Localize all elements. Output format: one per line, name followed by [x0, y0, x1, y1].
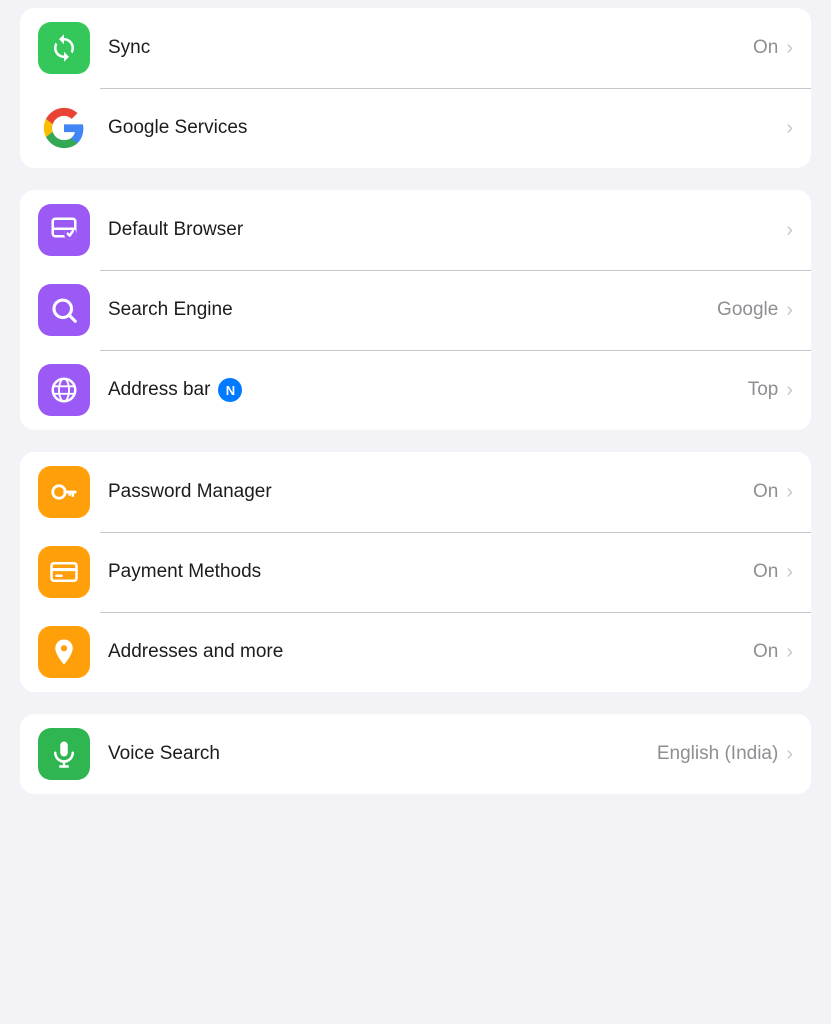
- default-browser-row[interactable]: Default Browser›: [20, 190, 811, 270]
- voice-search-row-chevron: ›: [786, 743, 793, 766]
- google-services-row-label: Google Services: [108, 117, 786, 139]
- address-bar-row-value: Top: [748, 379, 779, 401]
- voice-search-row-value: English (India): [657, 743, 778, 765]
- password-manager-row[interactable]: Password ManagerOn ›: [20, 452, 811, 532]
- payment-methods-icon: [38, 546, 90, 598]
- sync-row-chevron: ›: [786, 37, 793, 60]
- addresses-row[interactable]: Addresses and moreOn ›: [20, 612, 811, 692]
- new-badge: N: [218, 378, 242, 402]
- addresses-row-value: On: [753, 641, 778, 663]
- address-bar-row[interactable]: Address barNTop ›: [20, 350, 811, 430]
- default-browser-row-label: Default Browser: [108, 219, 786, 241]
- default-browser-icon: [38, 204, 90, 256]
- payment-methods-row-value: On: [753, 561, 778, 583]
- sync-row-label: Sync: [108, 37, 753, 59]
- address-bar-row-chevron: ›: [786, 379, 793, 402]
- address-bar-row-label: Address barN: [108, 378, 748, 402]
- browser-section: Default Browser›Search EngineGoogle›Addr…: [20, 190, 811, 430]
- autofill-section: Password ManagerOn›Payment MethodsOn›Add…: [20, 452, 811, 692]
- search-engine-row-chevron: ›: [786, 299, 793, 322]
- voice-search-row[interactable]: Voice SearchEnglish (India) ›: [20, 714, 811, 794]
- addresses-row-label: Addresses and more: [108, 641, 753, 663]
- search-engine-row-label: Search Engine: [108, 299, 717, 321]
- settings-list: SyncOn› Google Services›Default Browser›…: [20, 8, 811, 794]
- voice-section: Voice SearchEnglish (India) ›: [20, 714, 811, 794]
- sync-section: SyncOn› Google Services›: [20, 8, 811, 168]
- addresses-row-chevron: ›: [786, 641, 793, 664]
- google-services-row-chevron: ›: [786, 117, 793, 140]
- google-services-row[interactable]: Google Services›: [20, 88, 811, 168]
- password-manager-row-chevron: ›: [786, 481, 793, 504]
- password-manager-row-label: Password Manager: [108, 481, 753, 503]
- sync-row[interactable]: SyncOn ›: [20, 8, 811, 88]
- sync-row-value: On: [753, 37, 778, 59]
- address-bar-icon: [38, 364, 90, 416]
- default-browser-row-chevron: ›: [786, 219, 793, 242]
- password-manager-icon: [38, 466, 90, 518]
- addresses-icon: [38, 626, 90, 678]
- search-engine-row[interactable]: Search EngineGoogle ›: [20, 270, 811, 350]
- payment-methods-row[interactable]: Payment MethodsOn ›: [20, 532, 811, 612]
- payment-methods-row-chevron: ›: [786, 561, 793, 584]
- google-icon: [38, 102, 90, 154]
- voice-search-row-label: Voice Search: [108, 743, 657, 765]
- voice-search-icon: [38, 728, 90, 780]
- payment-methods-row-label: Payment Methods: [108, 561, 753, 583]
- search-engine-icon: [38, 284, 90, 336]
- sync-icon: [38, 22, 90, 74]
- password-manager-row-value: On: [753, 481, 778, 503]
- search-engine-row-value: Google: [717, 299, 778, 321]
